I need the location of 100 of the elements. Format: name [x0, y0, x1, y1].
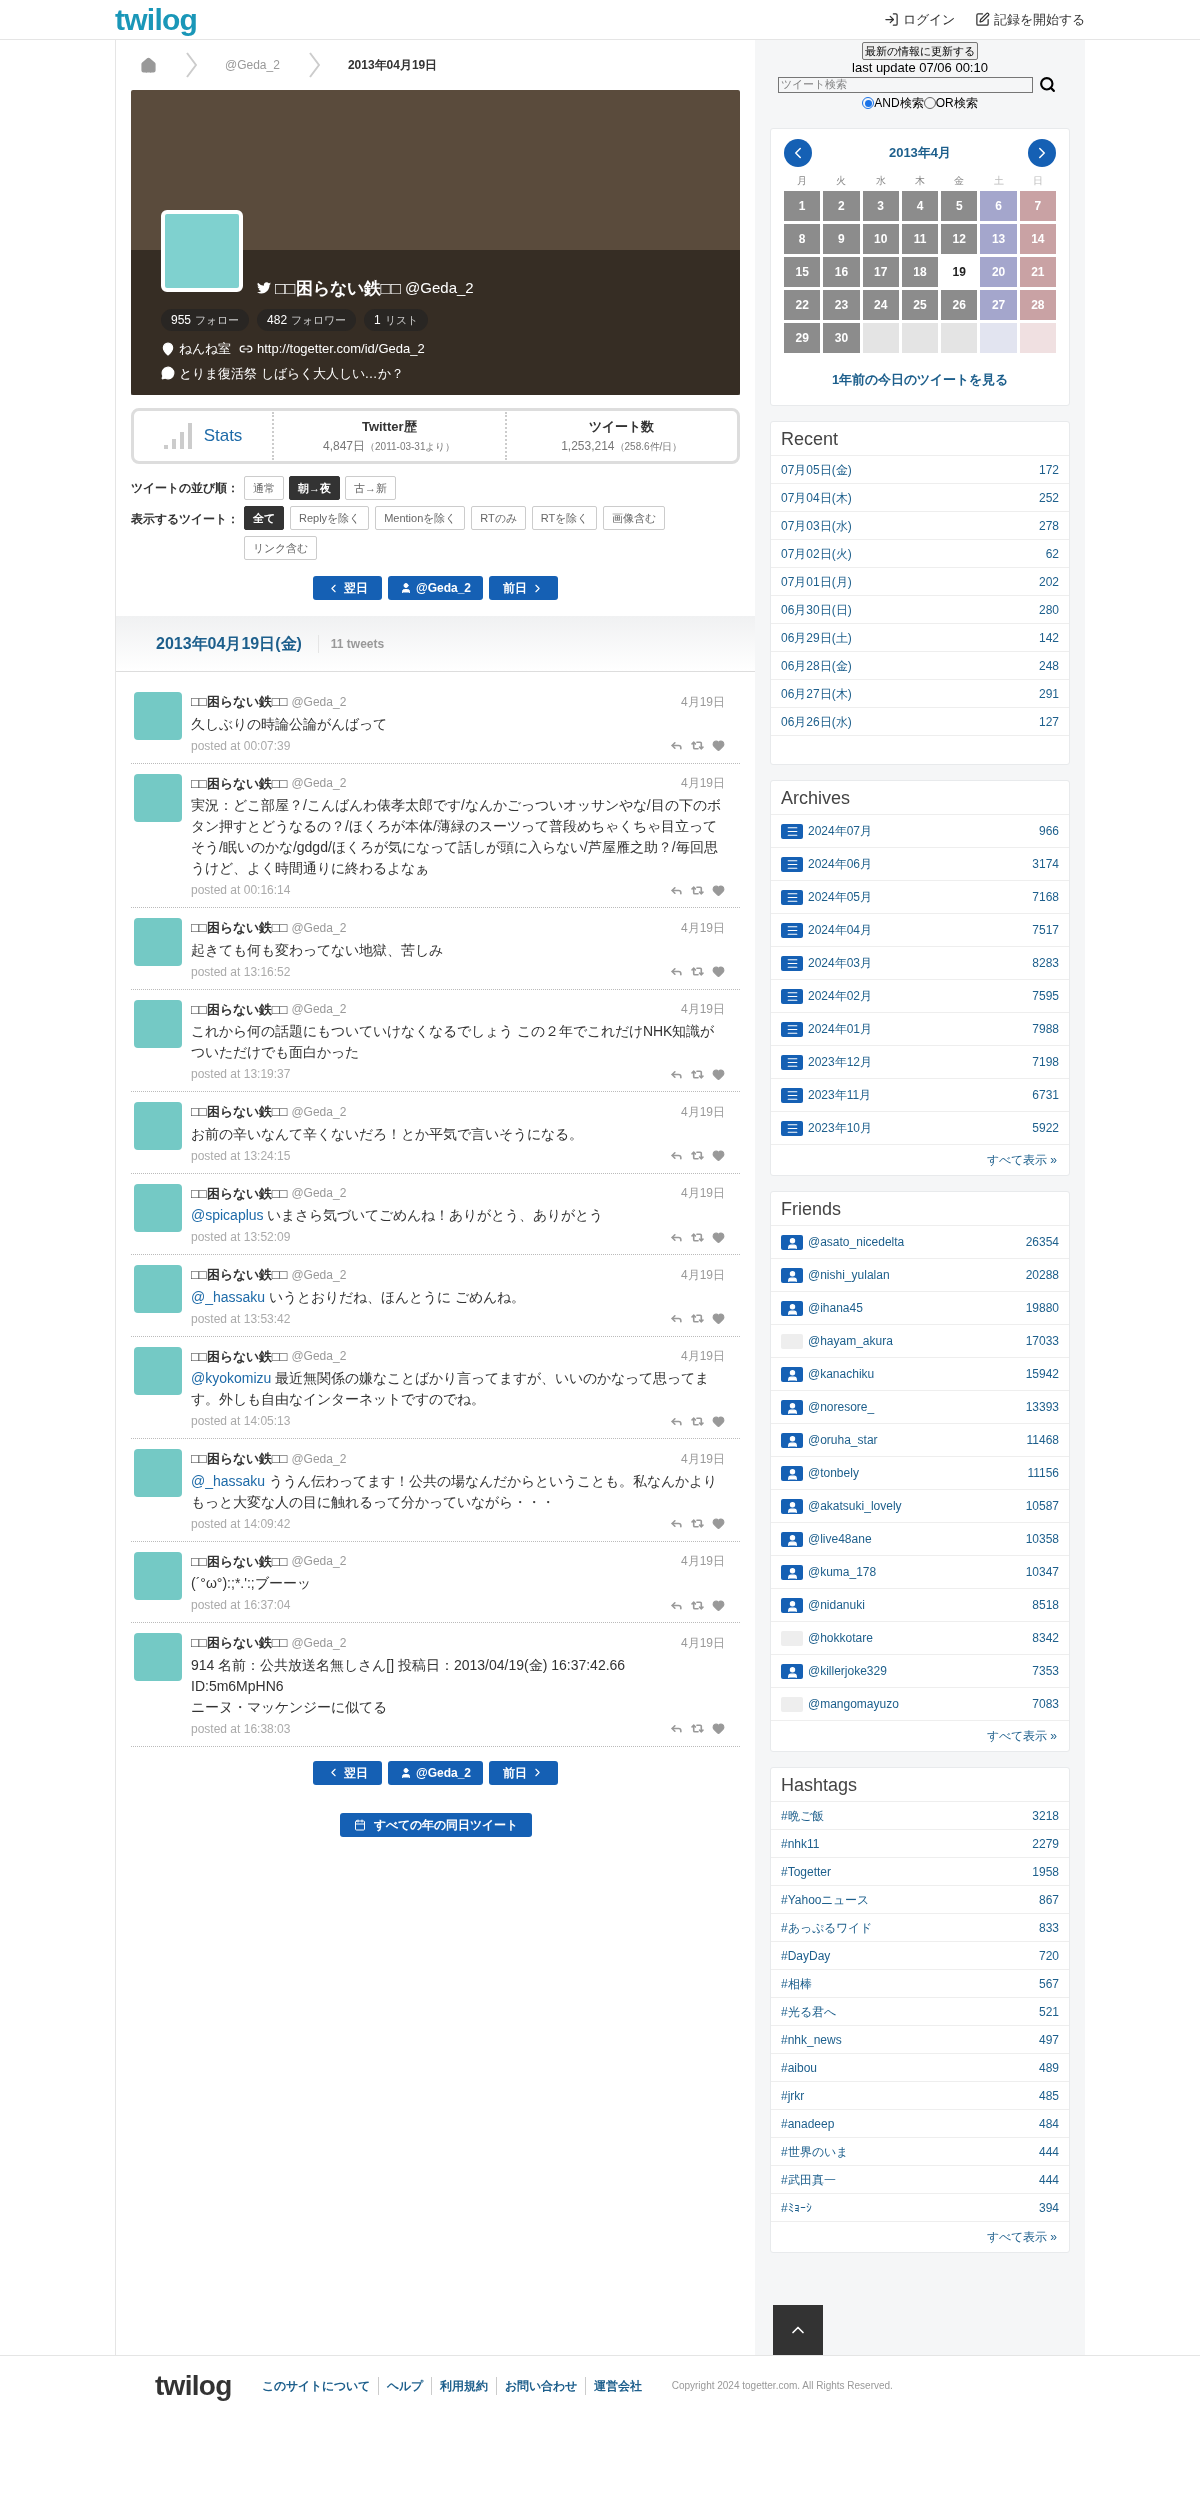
heart-icon[interactable] [712, 1312, 725, 1325]
avatar-image[interactable] [134, 1346, 182, 1395]
reply-icon[interactable] [670, 1517, 683, 1530]
tweet-author[interactable]: □□困らない鉄□□ [191, 692, 288, 712]
retweet-icon[interactable] [691, 1230, 704, 1244]
search-icon[interactable] [1039, 76, 1056, 93]
friend-link[interactable]: @akatsuki_lovely [808, 1497, 902, 1515]
filter-option[interactable]: RTを除く [531, 506, 598, 530]
show-all-link[interactable]: すべて表示 » [987, 1151, 1057, 1169]
friend-link[interactable]: @killerjoke329 [808, 1662, 887, 1680]
heart-icon[interactable] [712, 883, 725, 897]
retweet-icon[interactable] [691, 965, 704, 978]
hashtag-link[interactable]: #光る君へ [781, 2002, 836, 2021]
hashtag-link[interactable]: #晩ご飯 [781, 1806, 824, 1825]
tweet-author[interactable]: □□困らない鉄□□ [191, 1265, 288, 1285]
recent-date-link[interactable]: 06月27日(木) [781, 684, 852, 703]
archive-month-link[interactable]: 2023年12月 [808, 1053, 873, 1071]
avatar-image[interactable] [134, 1183, 182, 1232]
search-mode-label[interactable]: AND検索 [874, 94, 924, 112]
hashtag-link[interactable]: #武田真一 [781, 2170, 836, 2189]
heart-icon[interactable] [712, 1598, 725, 1612]
home-icon[interactable] [140, 56, 157, 74]
reply-icon[interactable] [670, 965, 683, 978]
friend-link[interactable]: @nishi_yulalan [808, 1266, 890, 1284]
filter-option[interactable]: Replyを除く [290, 506, 370, 530]
friend-link[interactable]: @mangomayuzo [808, 1695, 899, 1713]
avatar-image[interactable] [134, 773, 182, 822]
reply-icon[interactable] [670, 1149, 683, 1162]
mention-link[interactable]: @spicaplus [191, 1207, 264, 1223]
footer-link[interactable]: 利用規約 [430, 2376, 496, 2395]
prev-day-button[interactable]: 前日 [489, 1760, 559, 1785]
friend-link[interactable]: @live48ane [808, 1530, 872, 1548]
recent-date-link[interactable]: 06月30日(日) [781, 600, 852, 619]
retweet-icon[interactable] [691, 1517, 704, 1530]
archive-month-link[interactable]: 2024年06月 [808, 855, 873, 873]
friend-link[interactable]: @ihana45 [808, 1299, 863, 1317]
friend-link[interactable]: @kanachiku [808, 1365, 875, 1383]
heart-icon[interactable] [712, 1517, 725, 1530]
count-chip[interactable]: 955 フォロー [161, 309, 250, 331]
login-link[interactable]: ログイン [884, 9, 955, 30]
filter-option[interactable]: リンク含む [244, 536, 317, 560]
archive-month-link[interactable]: 2024年05月 [808, 888, 873, 906]
user-button[interactable]: @Geda_2 [387, 576, 484, 600]
filter-option[interactable]: RTのみ [471, 506, 526, 530]
reply-icon[interactable] [670, 739, 683, 752]
archive-month-link[interactable]: 2024年04月 [808, 921, 873, 939]
friend-link[interactable]: @tonbely [808, 1464, 859, 1482]
recent-date-link[interactable]: 07月03日(水) [781, 516, 852, 535]
archive-month-link[interactable]: 2024年07月 [808, 822, 873, 840]
hashtag-link[interactable]: #jrkr [781, 2086, 805, 2105]
sort-option[interactable]: 通常 [244, 476, 284, 500]
year-ago-link[interactable]: 1年前の今日のツイートを見る [831, 372, 1009, 387]
reply-icon[interactable] [670, 1722, 683, 1735]
friend-link[interactable]: @kuma_178 [808, 1563, 877, 1581]
friend-link[interactable]: @noresore_ [808, 1398, 875, 1416]
heart-icon[interactable] [712, 1067, 725, 1081]
retweet-icon[interactable] [691, 739, 704, 752]
filter-option[interactable]: 全て [244, 506, 284, 530]
footer-link[interactable]: 運営会社 [584, 2376, 650, 2395]
user-button[interactable]: @Geda_2 [387, 1760, 484, 1785]
recent-date-link[interactable]: 06月26日(水) [781, 712, 852, 731]
friend-link[interactable]: @oruha_star [808, 1431, 878, 1449]
hashtag-link[interactable]: #nhk11 [781, 1834, 820, 1853]
reply-icon[interactable] [670, 1312, 683, 1325]
search-field[interactable]: ツイート検索 [778, 76, 1033, 93]
hashtag-link[interactable]: #Togetter [781, 1862, 832, 1881]
hashtag-link[interactable]: #Yahooニュース [781, 1890, 870, 1909]
avatar-image[interactable] [134, 999, 182, 1048]
archive-month-link[interactable]: 2024年02月 [808, 987, 873, 1005]
all-years-button[interactable]: すべての年の同日ツイート [339, 1812, 532, 1837]
heart-icon[interactable] [712, 1414, 725, 1428]
archive-month-link[interactable]: 2024年01月 [808, 1020, 873, 1038]
archive-month-link[interactable]: 2024年03月 [808, 954, 873, 972]
next-day-button[interactable]: 翌日 [312, 1760, 382, 1785]
tweet-author[interactable]: □□困らない鉄□□ [191, 1102, 288, 1122]
sort-option[interactable]: 古→新 [345, 476, 396, 500]
hashtag-link[interactable]: #aibou [781, 2058, 818, 2077]
recent-date-link[interactable]: 07月02日(火) [781, 544, 852, 563]
tweet-author[interactable]: □□困らない鉄□□ [191, 1183, 288, 1203]
next-day-button[interactable]: 翌日 [312, 576, 382, 600]
hashtag-link[interactable]: #相棒 [781, 1974, 812, 1993]
friend-link[interactable]: @asato_nicedelta [808, 1233, 905, 1251]
tweet-author[interactable]: □□困らない鉄□□ [191, 1346, 288, 1366]
heart-icon[interactable] [712, 739, 725, 752]
heart-icon[interactable] [712, 1149, 725, 1162]
archive-month-link[interactable]: 2023年11月 [808, 1086, 872, 1104]
tweet-author[interactable]: □□困らない鉄□□ [191, 999, 288, 1019]
retweet-icon[interactable] [691, 1149, 704, 1162]
tweet-author[interactable]: □□困らない鉄□□ [191, 1449, 288, 1469]
friend-link[interactable]: @hayam_akura [808, 1332, 893, 1350]
hashtag-link[interactable]: #世界のいま [781, 2142, 848, 2161]
count-chip[interactable]: 482 フォロワー [257, 309, 357, 331]
heart-icon[interactable] [712, 1230, 725, 1244]
retweet-icon[interactable] [691, 1312, 704, 1325]
friend-link[interactable]: @hokkotare [808, 1629, 873, 1647]
retweet-icon[interactable] [691, 1067, 704, 1081]
hashtag-link[interactable]: #DayDay [781, 1946, 831, 1965]
sort-option[interactable]: 朝→夜 [289, 476, 340, 500]
previous-month-button[interactable] [784, 139, 812, 167]
recent-date-link[interactable]: 07月04日(木) [781, 488, 852, 507]
